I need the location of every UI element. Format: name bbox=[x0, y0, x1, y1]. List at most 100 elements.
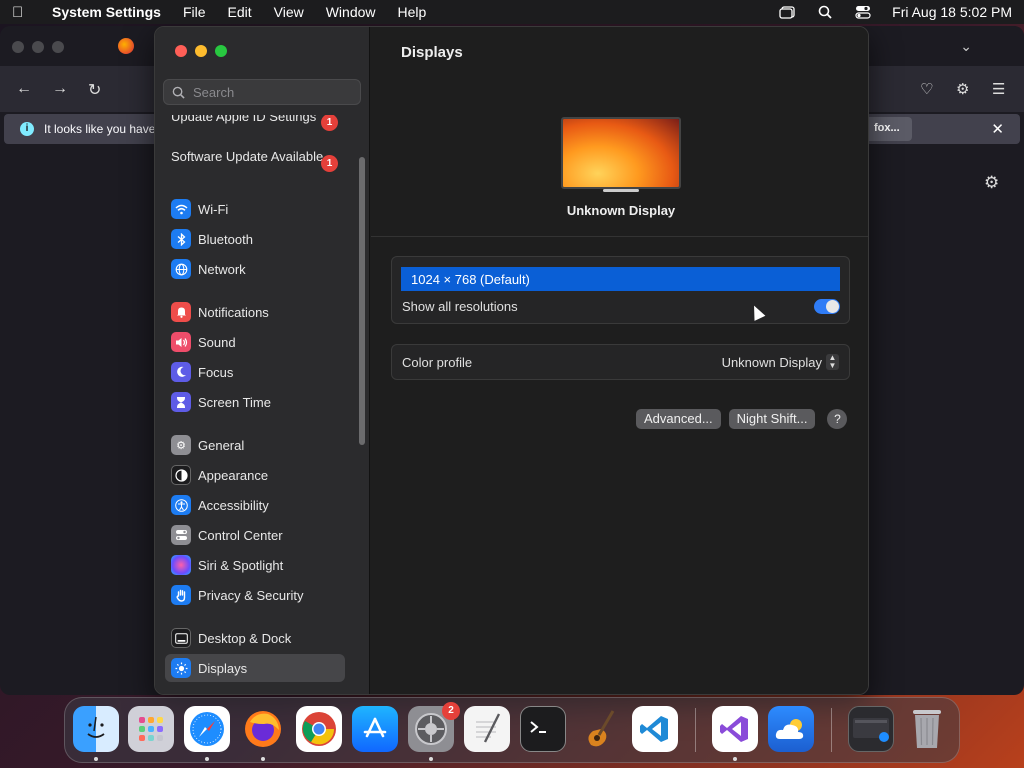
back-arrow-icon[interactable]: ← bbox=[16, 80, 32, 98]
sidebar-item-appearance[interactable]: Appearance bbox=[165, 461, 345, 489]
pocket-icon[interactable]: ♡ bbox=[920, 80, 933, 98]
sidebar-item-label: Desktop & Dock bbox=[198, 630, 292, 646]
menu-edit[interactable]: Edit bbox=[228, 4, 252, 20]
extensions-icon[interactable]: ⚙ bbox=[956, 80, 969, 98]
sidebar-item-label: Accessibility bbox=[198, 497, 269, 513]
sidebar-item-network[interactable]: Network bbox=[165, 255, 345, 283]
sidebar-item-label: Notifications bbox=[198, 304, 269, 320]
dock-icon bbox=[171, 628, 191, 648]
search-icon bbox=[172, 86, 185, 99]
monitor-stand bbox=[603, 189, 639, 192]
menu-view[interactable]: View bbox=[274, 4, 304, 20]
reload-icon[interactable]: ↻ bbox=[88, 80, 101, 100]
firefox-minimize-dot[interactable] bbox=[32, 41, 44, 53]
textedit-icon[interactable] bbox=[464, 706, 510, 752]
hamburger-menu-icon[interactable]: ☰ bbox=[992, 80, 1005, 98]
display-preview-monitor[interactable] bbox=[561, 117, 681, 189]
color-profile-group: Color profile Unknown Display ▲ ▼ bbox=[391, 344, 850, 380]
system-settings-app-icon[interactable]: 2 bbox=[408, 702, 460, 752]
vscode-icon[interactable] bbox=[632, 706, 678, 752]
sidebar-item-general[interactable]: ⚙ General bbox=[165, 431, 345, 459]
sidebar-scrollbar[interactable] bbox=[359, 157, 365, 445]
sidebar-item-displays[interactable]: Displays bbox=[165, 654, 345, 682]
finder-icon[interactable] bbox=[73, 706, 119, 752]
firefox-zoom-dot[interactable] bbox=[52, 41, 64, 53]
sidebar-item-label: Appearance bbox=[198, 467, 269, 483]
apple-menu-icon[interactable]:  bbox=[12, 4, 42, 21]
dock-separator bbox=[695, 708, 696, 752]
garageband-icon[interactable] bbox=[576, 706, 622, 752]
launchpad-icon[interactable] bbox=[128, 706, 174, 752]
sidebar-item-accessibility[interactable]: Accessibility bbox=[165, 491, 345, 519]
sidebar-item-bluetooth[interactable]: Bluetooth bbox=[165, 225, 345, 253]
sidebar-item-focus[interactable]: Focus bbox=[165, 358, 345, 386]
sidebar-item-control-center[interactable]: Control Center bbox=[165, 521, 345, 549]
safari-icon[interactable] bbox=[184, 706, 230, 752]
displays-pane: Displays Unknown Display 1024 × 768 (Def… bbox=[371, 27, 868, 694]
minimize-window-button[interactable] bbox=[195, 45, 207, 57]
help-button[interactable]: ? bbox=[827, 409, 848, 429]
notification-text: It looks like you have bbox=[44, 122, 156, 136]
sidebar-item-software-update[interactable]: Software Update Available bbox=[171, 149, 331, 165]
menu-window[interactable]: Window bbox=[326, 4, 376, 20]
app-store-icon[interactable] bbox=[352, 706, 398, 752]
terminal-icon[interactable] bbox=[520, 706, 566, 752]
sidebar-item-apple-id-update[interactable]: Update Apple ID Settings bbox=[171, 115, 331, 125]
recent-window-thumbnail-icon[interactable] bbox=[848, 706, 894, 752]
sidebar-item-notifications[interactable]: Notifications bbox=[165, 298, 345, 326]
page-title: Displays bbox=[401, 44, 463, 61]
finder-running-indicator bbox=[94, 757, 98, 761]
color-profile-value: Unknown Display bbox=[721, 354, 822, 370]
close-window-button[interactable] bbox=[175, 45, 187, 57]
firefox-icon[interactable] bbox=[240, 706, 286, 752]
sidebar-item-sound[interactable]: Sound bbox=[165, 328, 345, 356]
sidebar-item-wifi[interactable]: Wi-Fi bbox=[165, 195, 345, 223]
sidebar-item-label: Focus bbox=[198, 364, 234, 380]
menu-file[interactable]: File bbox=[183, 4, 206, 20]
info-icon: i bbox=[20, 122, 34, 136]
bell-icon bbox=[171, 302, 191, 322]
firefox-running-indicator bbox=[261, 757, 265, 761]
chrome-icon[interactable] bbox=[296, 706, 342, 752]
sidebar-item-desktop-dock[interactable]: Desktop & Dock bbox=[165, 624, 345, 652]
system-settings-badge: 2 bbox=[442, 702, 460, 720]
forward-arrow-icon[interactable]: → bbox=[52, 80, 68, 98]
advanced-button[interactable]: Advanced... bbox=[636, 409, 721, 429]
weather-icon[interactable] bbox=[768, 706, 814, 752]
night-shift-button[interactable]: Night Shift... bbox=[728, 409, 816, 429]
display-name-label: Unknown Display bbox=[566, 203, 676, 218]
resolution-option-selected[interactable]: 1024 × 768 (Default) bbox=[401, 267, 840, 291]
list-tabs-chevron-icon[interactable]: ⌄ bbox=[960, 38, 972, 55]
sidebar-item-label: Privacy & Security bbox=[198, 587, 304, 603]
sidebar-item-label: General bbox=[198, 437, 245, 453]
menu-app-name[interactable]: System Settings bbox=[52, 4, 161, 20]
firefox-tab-icon[interactable] bbox=[118, 38, 134, 54]
close-icon[interactable]: ✕ bbox=[991, 120, 1004, 138]
display-buttons: Advanced... Night Shift... ? bbox=[636, 409, 848, 429]
speaker-icon bbox=[171, 332, 191, 352]
stage-manager-icon[interactable] bbox=[778, 5, 796, 19]
gear-icon: ⚙ bbox=[171, 435, 191, 455]
page-settings-gear-icon[interactable]: ⚙ bbox=[984, 173, 999, 193]
visual-studio-running-indicator bbox=[733, 757, 737, 761]
menu-help[interactable]: Help bbox=[398, 4, 427, 20]
notification-action-button[interactable]: fox... bbox=[862, 117, 912, 141]
color-profile-select[interactable]: Unknown Display ▲ ▼ bbox=[722, 354, 839, 370]
dock: 2 bbox=[64, 697, 960, 763]
spotlight-search-icon[interactable] bbox=[816, 5, 834, 19]
visual-studio-icon[interactable] bbox=[712, 706, 758, 752]
firefox-close-dot[interactable] bbox=[12, 41, 24, 53]
search-input[interactable] bbox=[193, 84, 353, 100]
software-update-badge: 1 bbox=[321, 155, 338, 172]
sidebar-item-siri-spotlight[interactable]: Siri & Spotlight bbox=[165, 551, 345, 579]
control-center-icon[interactable] bbox=[854, 5, 872, 19]
zoom-window-button[interactable] bbox=[215, 45, 227, 57]
search-field[interactable] bbox=[163, 79, 361, 105]
menu-clock[interactable]: Fri Aug 18 5:02 PM bbox=[892, 4, 1012, 20]
trash-icon[interactable] bbox=[904, 706, 950, 752]
sidebar-item-privacy-security[interactable]: Privacy & Security bbox=[165, 581, 345, 609]
sidebar-item-screen-time[interactable]: Screen Time bbox=[165, 388, 345, 416]
divider bbox=[371, 236, 868, 237]
show-all-resolutions-toggle[interactable] bbox=[814, 299, 840, 314]
sidebar: Update Apple ID Settings 1 Software Upda… bbox=[155, 27, 370, 694]
